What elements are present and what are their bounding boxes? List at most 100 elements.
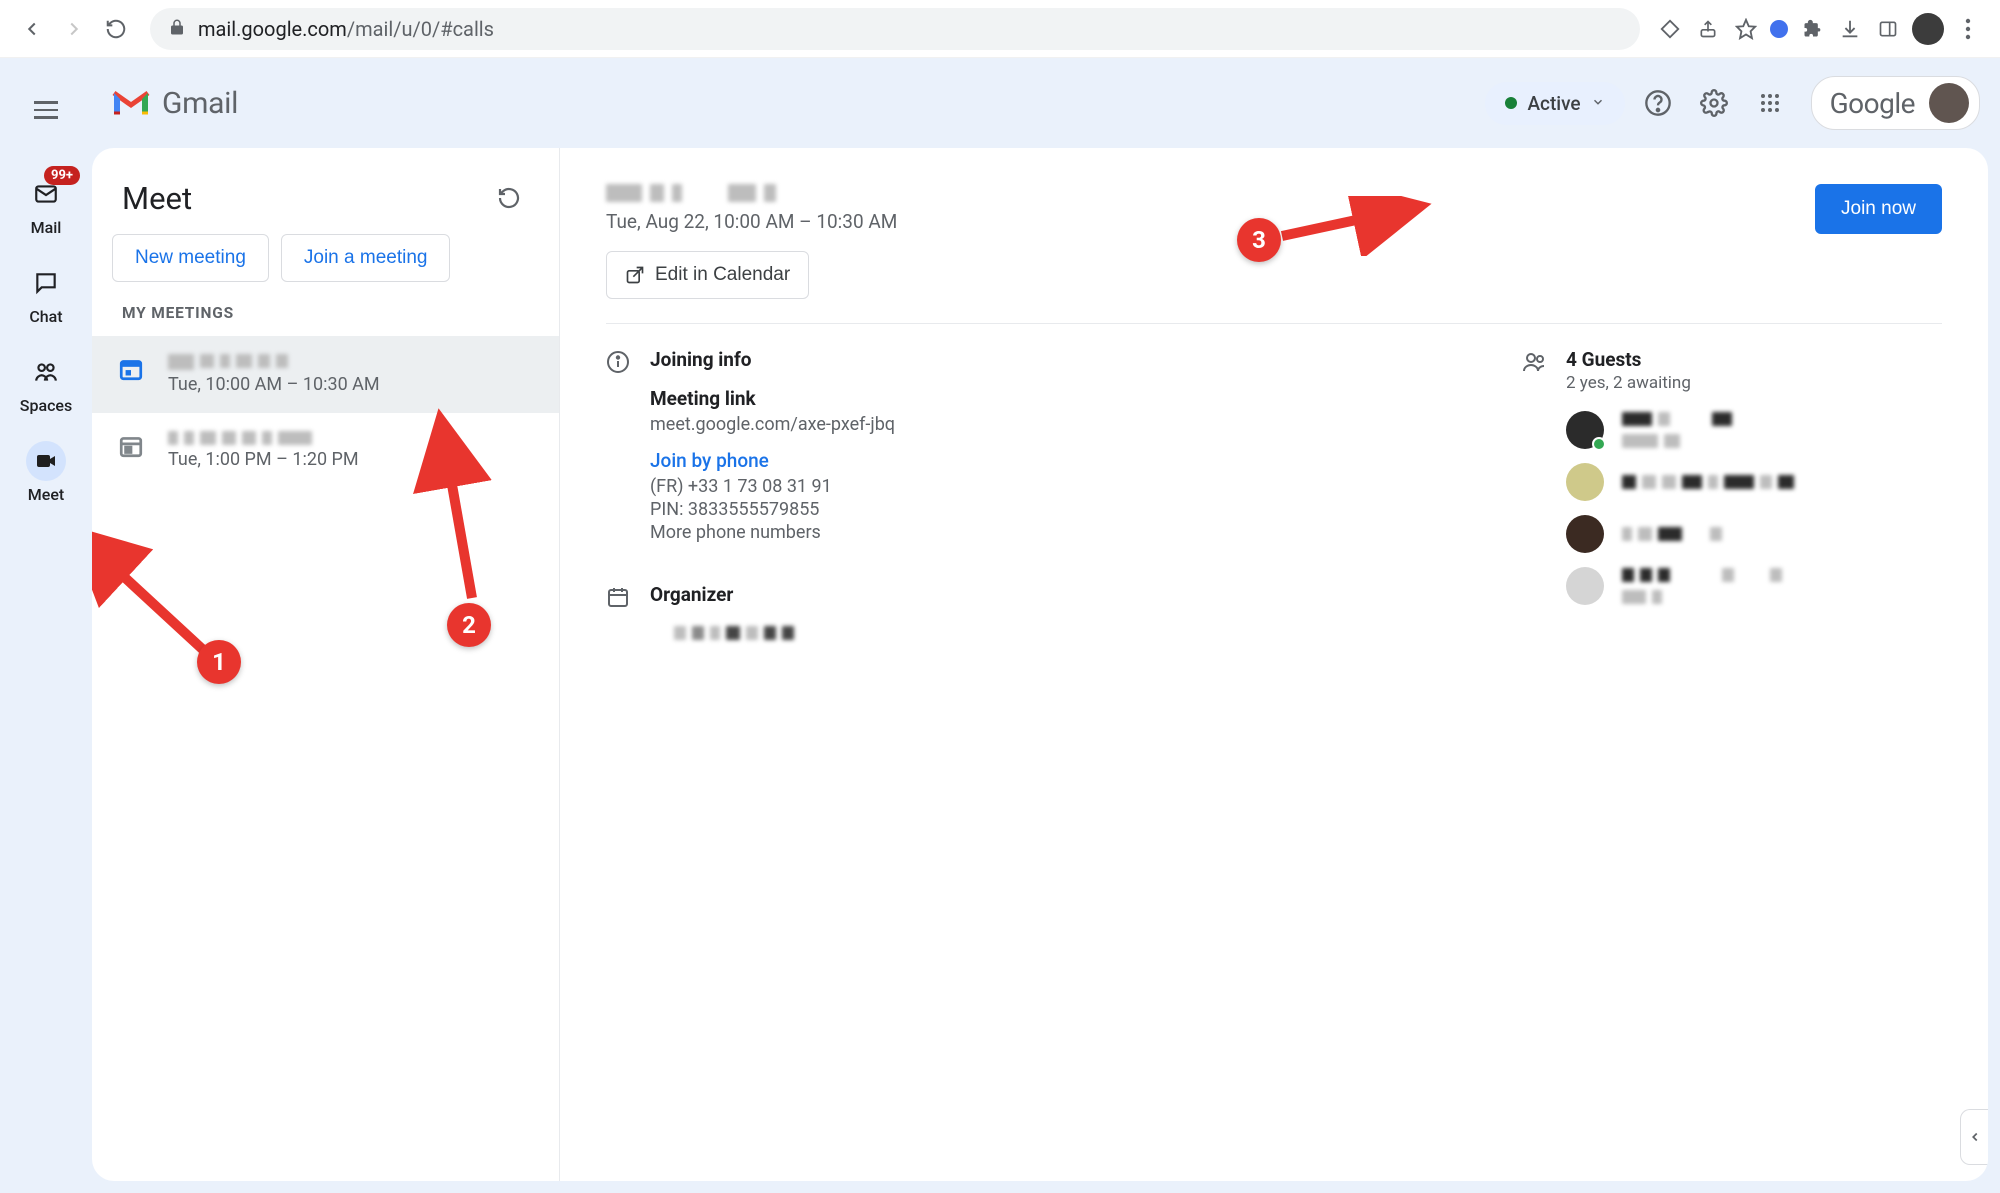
browser-back-button[interactable] — [14, 11, 50, 47]
meeting-title-redacted — [168, 431, 359, 445]
annotation-badge-2: 2 — [447, 603, 491, 647]
downloads-icon[interactable] — [1836, 15, 1864, 43]
browser-chrome: mail.google.com/mail/u/0/#calls — [0, 0, 2000, 58]
spaces-icon — [33, 359, 59, 385]
more-phone-numbers[interactable]: More phone numbers — [650, 522, 1442, 543]
rail-label: Spaces — [20, 396, 72, 415]
meeting-title-redacted — [168, 354, 380, 370]
meeting-link-label: Meeting link — [650, 387, 1442, 410]
side-panel-expand-button[interactable] — [1960, 1109, 1988, 1165]
share-icon[interactable] — [1694, 15, 1722, 43]
browser-menu-icon[interactable] — [1954, 15, 1982, 43]
calendar-icon — [116, 431, 146, 461]
guests-heading: 4 Guests — [1566, 348, 1942, 371]
section-label: MY MEETINGS — [92, 304, 559, 336]
annotation-arrow-2 — [412, 408, 532, 608]
gear-icon — [1700, 89, 1728, 117]
annotation-arrow-3 — [1272, 196, 1432, 256]
help-icon — [1644, 89, 1672, 117]
annotation-badge-1: 1 — [197, 640, 241, 684]
chat-icon — [33, 270, 59, 296]
open-external-icon — [625, 265, 645, 285]
meeting-time: Tue, 1:00 PM – 1:20 PM — [168, 449, 359, 470]
apps-button[interactable] — [1747, 80, 1793, 126]
refresh-button[interactable] — [489, 178, 529, 218]
organizer-name-redacted — [650, 626, 1442, 640]
meeting-item-selected[interactable]: Tue, 10:00 AM – 10:30 AM — [92, 336, 559, 413]
people-icon — [1522, 350, 1546, 619]
rail-label: Meet — [28, 485, 64, 504]
main-menu-button[interactable] — [22, 86, 70, 134]
account-avatar — [1929, 83, 1969, 123]
guest-item[interactable] — [1566, 411, 1942, 449]
settings-button[interactable] — [1691, 80, 1737, 126]
rail-label: Mail — [31, 218, 62, 237]
info-icon — [606, 350, 630, 557]
detail-title-redacted — [606, 184, 897, 202]
guests-meta: 2 yes, 2 awaiting — [1566, 373, 1942, 393]
guest-name-redacted — [1622, 568, 1782, 582]
extensions-icon[interactable] — [1798, 15, 1826, 43]
gmail-logo[interactable]: Gmail — [112, 86, 238, 121]
account-switcher[interactable]: Google — [1811, 76, 1980, 130]
status-pill[interactable]: Active — [1485, 82, 1624, 125]
joining-info-heading: Joining info — [650, 348, 1442, 371]
organizer-heading: Organizer — [650, 583, 1442, 606]
join-by-phone-link[interactable]: Join by phone — [650, 449, 1442, 472]
refresh-icon — [497, 186, 521, 210]
support-button[interactable] — [1635, 80, 1681, 126]
annotation-badge-3: 3 — [1237, 218, 1281, 262]
guest-sub-redacted — [1622, 434, 1732, 448]
guest-item[interactable] — [1566, 463, 1942, 501]
lock-icon — [168, 17, 186, 41]
browser-profile-avatar[interactable] — [1912, 13, 1944, 45]
url-host: mail.google.com/mail/u/0/#calls — [198, 17, 494, 41]
join-meeting-button[interactable]: Join a meeting — [281, 234, 451, 282]
guest-avatar — [1566, 411, 1604, 449]
mail-badge: 99+ — [44, 166, 80, 185]
join-now-button[interactable]: Join now — [1815, 184, 1942, 234]
guest-avatar — [1566, 515, 1604, 553]
phone-number: (FR) +33 1 73 08 31 91 — [650, 476, 1442, 497]
star-icon[interactable] — [1732, 15, 1760, 43]
rail-item-chat[interactable]: Chat — [10, 253, 82, 342]
chevron-down-icon — [1591, 94, 1605, 113]
edit-in-calendar-button[interactable]: Edit in Calendar — [606, 251, 809, 299]
profile-indicator-icon[interactable] — [1770, 20, 1788, 38]
calendar-icon — [606, 585, 630, 640]
meeting-link-value[interactable]: meet.google.com/axe-pxef-jbq — [650, 414, 1442, 435]
new-meeting-button[interactable]: New meeting — [112, 234, 269, 282]
status-text: Active — [1527, 92, 1580, 115]
guest-sub-redacted — [1622, 590, 1782, 604]
apps-grid-icon — [1758, 91, 1782, 115]
rail-item-meet[interactable]: Meet — [10, 431, 82, 520]
browser-forward-button[interactable] — [56, 11, 92, 47]
status-dot-icon — [1505, 97, 1517, 109]
gmail-m-icon — [112, 89, 150, 117]
payment-icon[interactable] — [1656, 15, 1684, 43]
guest-avatar — [1566, 567, 1604, 605]
meeting-time: Tue, 10:00 AM – 10:30 AM — [168, 374, 380, 395]
rail-item-mail[interactable]: 99+ Mail — [10, 164, 82, 253]
guest-name-redacted — [1622, 412, 1732, 426]
meet-icon — [34, 449, 58, 473]
topbar: Gmail Active Google — [92, 58, 2000, 148]
guest-name-redacted — [1622, 475, 1794, 489]
google-word: Google — [1830, 87, 1915, 120]
browser-right-icons — [1656, 13, 1986, 45]
guest-item[interactable] — [1566, 515, 1942, 553]
guest-name-redacted — [1622, 527, 1722, 541]
calendar-icon — [116, 354, 146, 384]
meeting-detail-panel: Tue, Aug 22, 10:00 AM – 10:30 AM Edit in… — [560, 148, 1988, 1181]
browser-reload-button[interactable] — [98, 11, 134, 47]
guest-avatar — [1566, 463, 1604, 501]
chevron-left-icon — [1968, 1130, 1982, 1144]
rail-label: Chat — [29, 307, 62, 326]
sidepanel-icon[interactable] — [1874, 15, 1902, 43]
left-rail: 99+ Mail Chat Spaces Meet — [0, 58, 92, 1193]
guest-item[interactable] — [1566, 567, 1942, 605]
browser-url-bar[interactable]: mail.google.com/mail/u/0/#calls — [150, 8, 1640, 50]
rail-item-spaces[interactable]: Spaces — [10, 342, 82, 431]
product-name: Gmail — [162, 86, 238, 121]
phone-pin: PIN: 3833555579855 — [650, 499, 1442, 520]
